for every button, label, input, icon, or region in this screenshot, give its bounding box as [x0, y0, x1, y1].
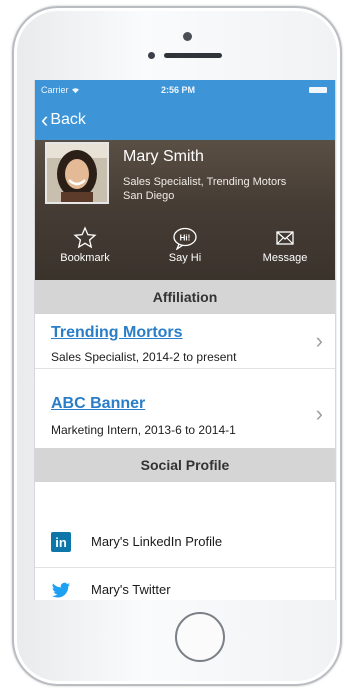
hi-icon-text: Hi! [180, 234, 191, 243]
bookmark-button[interactable]: Bookmark [45, 226, 125, 272]
app-screen: Carrier 2:56 PM ‹ Back Mary Smith Sales … [34, 80, 336, 600]
affiliation-org-link[interactable]: ABC Banner [51, 395, 145, 413]
profile-job-title: Sales Specialist, Trending Motors [123, 176, 287, 188]
affiliation-detail: Sales Specialist, 2014-2 to present [51, 350, 237, 364]
status-time: 2:56 PM [161, 85, 196, 95]
twitter-label: Mary's Twitter [91, 582, 171, 597]
wifi-icon [72, 88, 80, 94]
message-button[interactable]: Message [245, 226, 325, 272]
say-hi-button[interactable]: Hi! Say Hi [145, 226, 225, 272]
status-bar: Carrier 2:56 PM [35, 80, 335, 100]
affiliation-org-link[interactable]: Trending Mortors [51, 324, 183, 342]
profile-header: Mary Smith Sales Specialist, Trending Mo… [35, 140, 335, 280]
twitter-row[interactable]: Mary's Twitter [35, 568, 335, 600]
battery-icon [309, 87, 327, 93]
hi-bubble-icon: Hi! [145, 226, 225, 252]
chevron-left-icon: ‹ [41, 107, 49, 132]
affiliation-row-abc-banner[interactable]: ABC Banner Marketing Intern, 2013-6 to 2… [35, 369, 335, 439]
star-icon [45, 226, 125, 252]
affiliation-row-trending-mortors[interactable]: Trending Mortors Sales Specialist, 2014-… [35, 314, 335, 368]
camera-dot [183, 32, 192, 41]
sensor-dot [148, 52, 155, 59]
chevron-right-icon: › [315, 401, 323, 426]
navigation-bar: ‹ Back [35, 100, 335, 140]
earpiece-speaker [164, 53, 222, 58]
profile-name: Mary Smith [123, 148, 204, 165]
bookmark-label: Bookmark [60, 252, 110, 264]
linkedin-profile-row[interactable]: in Mary's LinkedIn Profile [35, 520, 335, 564]
envelope-icon [245, 226, 325, 252]
home-button[interactable] [175, 612, 225, 662]
social-profile-header: Social Profile [35, 448, 335, 482]
avatar-photo [47, 144, 107, 202]
chevron-right-icon: › [315, 328, 323, 353]
profile-location: San Diego [123, 190, 175, 202]
twitter-icon [51, 582, 71, 598]
back-button[interactable]: ‹ Back [41, 108, 86, 132]
carrier-label: Carrier [41, 85, 80, 95]
back-label: Back [50, 111, 86, 128]
linkedin-profile-label: Mary's LinkedIn Profile [91, 534, 223, 549]
linkedin-icon: in [51, 532, 71, 552]
affiliation-header: Affiliation [35, 280, 335, 314]
say-hi-label: Say Hi [168, 252, 202, 264]
avatar [45, 142, 109, 204]
message-label: Message [262, 252, 308, 264]
affiliation-detail: Marketing Intern, 2013-6 to 2014-1 [51, 423, 236, 437]
linkedin-icon-text: in [55, 535, 67, 550]
